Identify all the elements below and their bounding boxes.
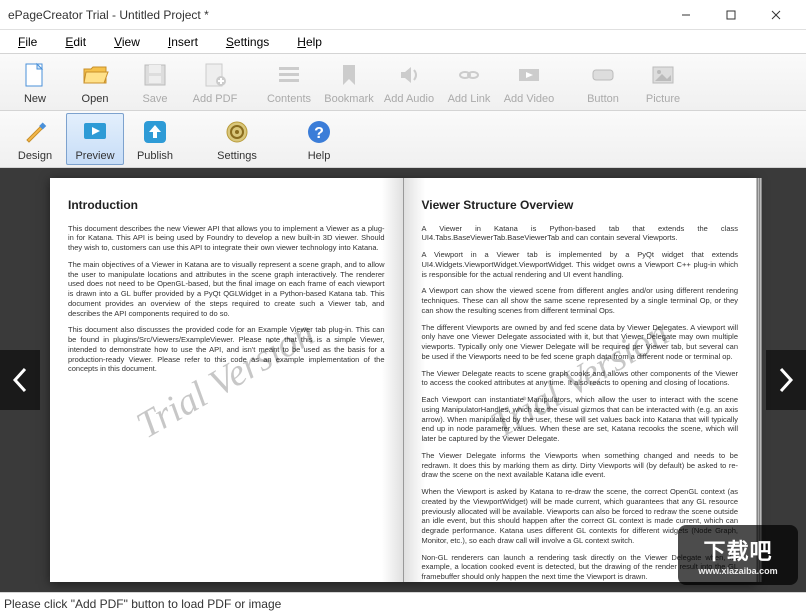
open-folder-icon — [79, 59, 111, 91]
menu-view[interactable]: View — [114, 35, 140, 49]
page-paragraph: A Viewer in Katana is Python-based tab t… — [422, 224, 739, 244]
page-edges — [756, 178, 762, 582]
button-button[interactable]: Button — [574, 56, 632, 108]
next-page-button[interactable] — [766, 350, 806, 410]
contents-label: Contents — [267, 93, 311, 105]
button-icon — [587, 59, 619, 91]
publish-icon — [139, 116, 171, 148]
new-label: New — [24, 93, 46, 105]
video-icon — [513, 59, 545, 91]
picture-icon — [647, 59, 679, 91]
save-button[interactable]: Save — [126, 56, 184, 108]
page-paragraph: A Viewport in a Viewer tab is implemente… — [422, 250, 739, 279]
site-name: 下载吧 — [703, 534, 772, 566]
maximize-button[interactable] — [708, 1, 753, 29]
add-pdf-button[interactable]: Add PDF — [186, 56, 244, 108]
preview-label: Preview — [75, 150, 114, 162]
design-button[interactable]: Design — [6, 113, 64, 165]
toolbar-main: New Open Save Add PDF Contents Bookmark … — [0, 54, 806, 111]
page-paragraph: This document also discusses the provide… — [68, 325, 385, 374]
page-paragraph: The Viewer Delegate informs the Viewport… — [422, 451, 739, 480]
contents-icon — [273, 59, 305, 91]
menu-settings[interactable]: Settings — [226, 35, 269, 49]
bookmark-icon — [333, 59, 365, 91]
bookmark-button[interactable]: Bookmark — [320, 56, 378, 108]
add-pdf-label: Add PDF — [193, 93, 238, 105]
bookmark-label: Bookmark — [324, 93, 374, 105]
page-paragraph: The Viewer Delegate reacts to scene grap… — [422, 369, 739, 389]
add-audio-label: Add Audio — [384, 93, 434, 105]
svg-text:?: ? — [314, 125, 324, 142]
preview-icon — [79, 116, 111, 148]
settings-button[interactable]: Settings — [208, 113, 266, 165]
button-label: Button — [587, 93, 619, 105]
statusbar: Please click "Add PDF" button to load PD… — [0, 592, 806, 614]
window-title: ePageCreator Trial - Untitled Project * — [8, 8, 663, 22]
publish-button[interactable]: Publish — [126, 113, 184, 165]
publish-label: Publish — [137, 150, 173, 162]
add-link-button[interactable]: Add Link — [440, 56, 498, 108]
page-heading: Viewer Structure Overview — [422, 198, 739, 214]
menu-file[interactable]: File — [18, 35, 37, 49]
add-link-label: Add Link — [448, 93, 491, 105]
menu-insert[interactable]: Insert — [168, 35, 198, 49]
picture-button[interactable]: Picture — [634, 56, 692, 108]
link-icon — [453, 59, 485, 91]
gear-icon — [221, 116, 253, 148]
help-label: Help — [308, 150, 331, 162]
save-icon — [139, 59, 171, 91]
status-text: Please click "Add PDF" button to load PD… — [4, 597, 281, 611]
page-paragraph: The main objectives of a Viewer in Katan… — [68, 260, 385, 319]
save-label: Save — [142, 93, 167, 105]
new-file-icon — [19, 59, 51, 91]
minimize-button[interactable] — [663, 1, 708, 29]
contents-button[interactable]: Contents — [260, 56, 318, 108]
open-button[interactable]: Open — [66, 56, 124, 108]
add-video-button[interactable]: Add Video — [500, 56, 558, 108]
picture-label: Picture — [646, 93, 680, 105]
new-button[interactable]: New — [6, 56, 64, 108]
pdf-icon — [199, 59, 231, 91]
page-paragraph: A Viewport can show the viewed scene fro… — [422, 286, 739, 315]
prev-page-button[interactable] — [0, 350, 40, 410]
preview-button[interactable]: Preview — [66, 113, 124, 165]
design-label: Design — [18, 150, 52, 162]
design-icon — [19, 116, 51, 148]
site-watermark: 下载吧 www.xiazaiba.com — [678, 525, 798, 585]
site-url: www.xiazaiba.com — [698, 566, 777, 576]
add-audio-button[interactable]: Add Audio — [380, 56, 438, 108]
close-button[interactable] — [753, 1, 798, 29]
menu-help[interactable]: Help — [297, 35, 322, 49]
page-paragraph: The different Viewports are owned by and… — [422, 323, 739, 362]
page-paragraph: This document describes the new Viewer A… — [68, 224, 385, 253]
toolbar-secondary: Design Preview Publish Settings ? Help — [0, 111, 806, 168]
window-controls — [663, 1, 798, 29]
titlebar: ePageCreator Trial - Untitled Project * — [0, 0, 806, 30]
page-right: Viewer Structure Overview A Viewer in Ka… — [404, 178, 757, 582]
page-heading: Introduction — [68, 198, 385, 214]
audio-icon — [393, 59, 425, 91]
menu-edit[interactable]: Edit — [65, 35, 86, 49]
add-video-label: Add Video — [504, 93, 555, 105]
menubar: File Edit View Insert Settings Help — [0, 30, 806, 54]
page-left: Introduction This document describes the… — [50, 178, 404, 582]
help-button[interactable]: ? Help — [290, 113, 348, 165]
open-label: Open — [82, 93, 109, 105]
settings-label: Settings — [217, 150, 257, 162]
page-spread: Introduction This document describes the… — [50, 178, 756, 582]
help-icon: ? — [303, 116, 335, 148]
page-paragraph: Each Viewport can instantiate Manipulato… — [422, 395, 739, 444]
